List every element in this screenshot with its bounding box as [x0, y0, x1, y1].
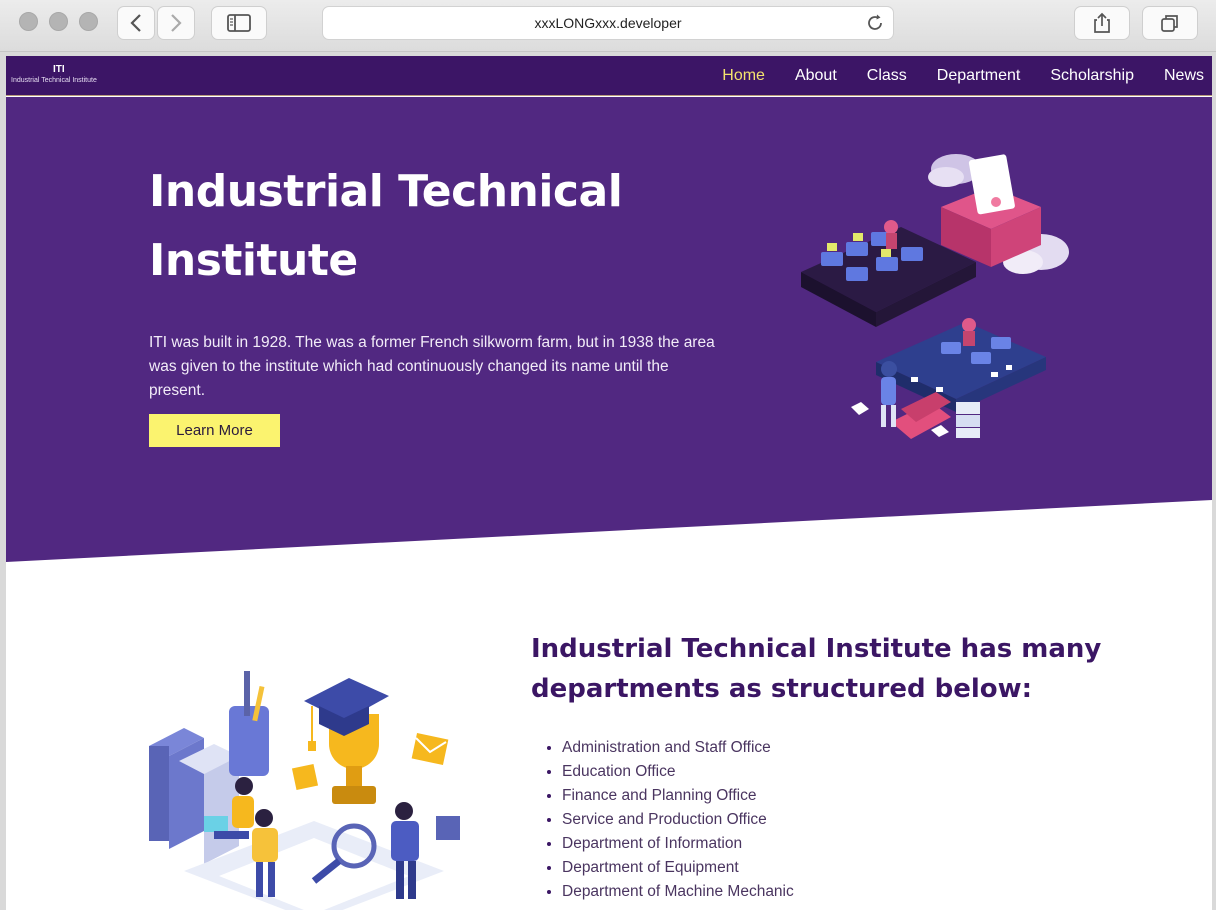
departments-heading: Industrial Technical Institute has many …	[531, 634, 1102, 704]
reload-icon[interactable]	[865, 13, 885, 33]
chevron-left-icon	[130, 14, 141, 32]
list-item: Finance and Planning Office	[562, 784, 794, 808]
list-item: Administration and Staff Office	[562, 736, 794, 760]
share-button[interactable]	[1074, 6, 1130, 40]
sidebar-toggle-button[interactable]	[211, 6, 267, 40]
list-item: Department of Information	[562, 832, 794, 856]
hero-title-line1: Industrial Technical	[149, 166, 623, 217]
nav-link-about[interactable]: About	[795, 67, 837, 85]
brand-logo-subtitle: Industrial Technical Institute	[11, 77, 97, 84]
education-illustration	[149, 671, 460, 910]
back-button[interactable]	[117, 6, 155, 40]
tabs-overview-button[interactable]	[1142, 6, 1198, 40]
main-nav: Home About Class Department Scholarship …	[722, 56, 1204, 96]
list-item: Department of Machine Mechanic	[562, 880, 794, 904]
address-bar[interactable]: xxxLONGxxx.developer	[322, 6, 894, 40]
chevron-right-icon	[171, 14, 182, 32]
close-window-button[interactable]	[19, 12, 38, 31]
list-item: Service and Production Office	[562, 808, 794, 832]
hero-description: ITI was built in 1928. The was a former …	[149, 334, 715, 399]
url-text: xxxLONGxxx.developer	[534, 15, 682, 31]
forward-button[interactable]	[157, 6, 195, 40]
list-item: Department of Equipment	[562, 856, 794, 880]
site-navbar: ITI Industrial Technical Institute Home …	[6, 56, 1212, 96]
minimize-window-button[interactable]	[49, 12, 68, 31]
nav-link-news[interactable]: News	[1164, 67, 1204, 85]
list-item: Education Office	[562, 760, 794, 784]
nav-link-scholarship[interactable]: Scholarship	[1050, 67, 1134, 85]
learn-more-button[interactable]: Learn More	[149, 414, 280, 447]
hero-section: Industrial Technical Institute ITI was b…	[6, 97, 1212, 562]
sidebar-icon	[227, 14, 251, 32]
tabs-icon	[1161, 15, 1178, 32]
nav-link-department[interactable]: Department	[937, 67, 1021, 85]
hero-title-line2: Institute	[149, 235, 358, 286]
brand-logo-title[interactable]: ITI	[53, 64, 65, 75]
page-viewport: ITI Industrial Technical Institute Home …	[6, 56, 1212, 910]
nav-link-home[interactable]: Home	[722, 67, 765, 85]
classroom-illustration	[801, 154, 1069, 439]
nav-link-class[interactable]: Class	[867, 67, 907, 85]
hero-title: Industrial Technical Institute	[149, 157, 709, 295]
zoom-window-button[interactable]	[79, 12, 98, 31]
departments-list: Administration and Staff Office Educatio…	[562, 736, 794, 904]
share-icon	[1094, 12, 1110, 33]
browser-toolbar: xxxLONGxxx.developer	[0, 0, 1216, 52]
